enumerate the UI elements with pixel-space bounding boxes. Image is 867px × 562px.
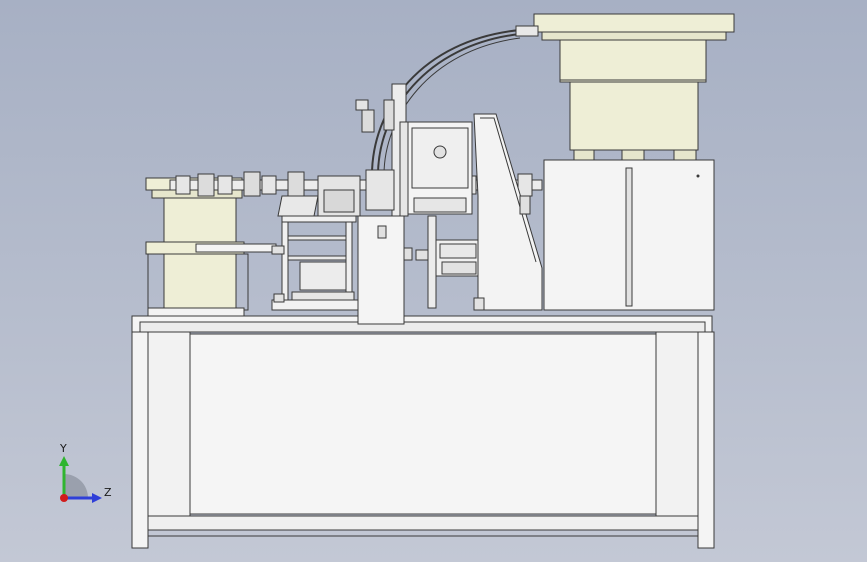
right-vibratory-bowl [533,13,735,311]
z-axis-label: Z [104,486,112,499]
table-panel [189,333,657,515]
center-mechanism [271,83,543,325]
table-leg-right [697,331,715,549]
left-vibratory-bowl [145,177,277,317]
table-bottom-rail [147,515,699,531]
table-leg-left [131,331,149,549]
machine-model[interactable] [0,0,867,562]
orientation-triad[interactable]: Y Z [48,440,118,510]
triad-graphic [59,456,102,503]
y-axis-label: Y [60,442,67,455]
cad-viewport[interactable]: Y Z [0,0,867,562]
table-frame [131,315,715,549]
